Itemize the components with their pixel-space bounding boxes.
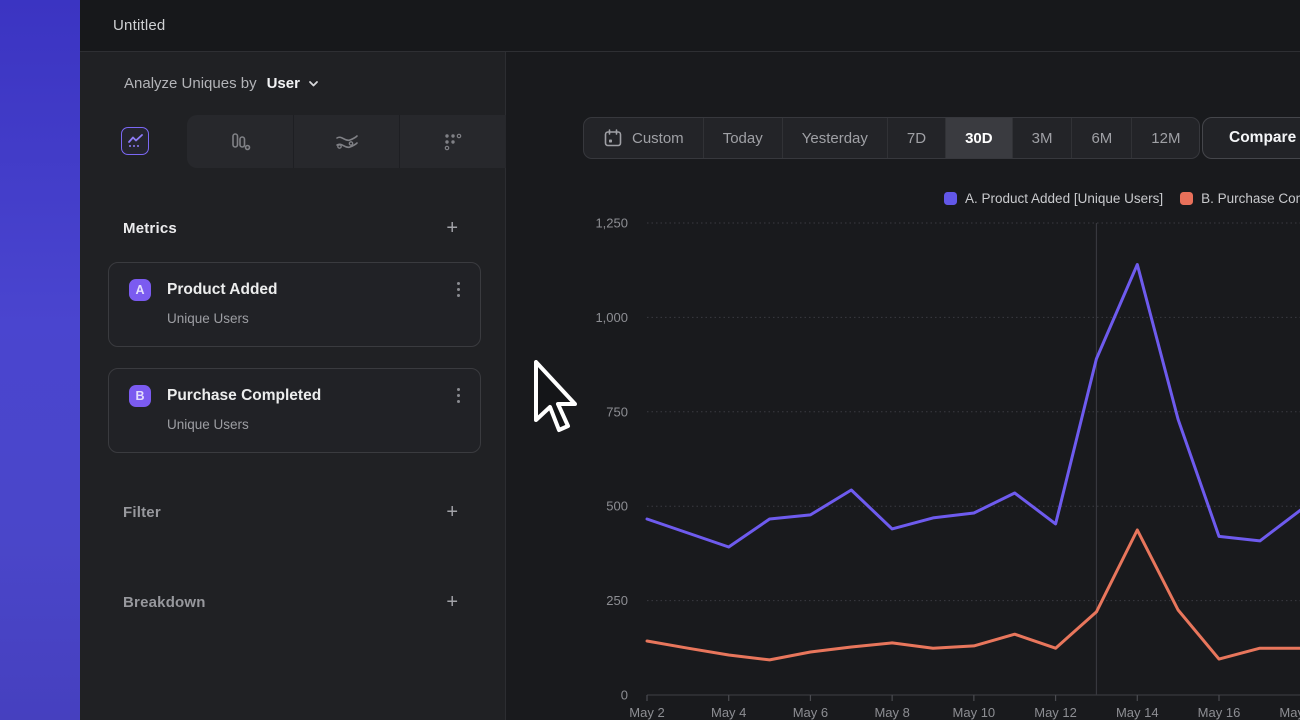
chart-type-switcher [80,115,505,168]
metric-subtitle[interactable]: Unique Users [167,417,480,432]
filter-section-header: Filter + [123,502,458,522]
x-tick-label: May 16 [1198,705,1241,720]
metric-card-b[interactable]: B Purchase Completed Unique Users [108,368,481,453]
x-tick-label: May 4 [711,705,746,720]
metric-badge-a: A [129,279,151,301]
add-filter-button plus-icon[interactable]: + [446,502,458,522]
bar-chart-icon[interactable] [187,115,293,168]
report-title[interactable]: Untitled [113,17,165,34]
x-tick-label: May 14 [1116,705,1159,720]
retention-grid-icon[interactable] [399,115,506,168]
add-breakdown-button plus-icon[interactable]: + [446,592,458,612]
x-tick-label: May 12 [1034,705,1077,720]
flows-icon[interactable] [293,115,400,168]
y-tick-label: 0 [621,688,628,703]
kebab-menu-icon[interactable] [453,278,464,301]
series-a-line [647,265,1300,548]
breakdown-section-header: Breakdown + [123,592,458,612]
top-header: Untitled [80,0,1300,52]
y-tick-label: 250 [606,593,628,608]
y-tick-label: 500 [606,499,628,514]
y-tick-label: 1,250 [595,216,628,231]
chart-type-tabs [187,115,506,168]
brand-gradient-strip [0,0,80,720]
analyze-value-dropdown[interactable]: User [267,75,300,92]
metrics-section-header: Metrics + [123,218,458,238]
x-tick-label: May 10 [953,705,996,720]
cursor-pointer [533,360,583,440]
query-sidebar: Analyze Uniques by User [80,52,506,720]
chevron-down-icon[interactable] [307,77,320,90]
x-tick-label: May 8 [874,705,909,720]
x-tick-label: May 18 [1279,705,1300,720]
line-chart-icon[interactable] [121,127,149,155]
x-tick-label: May 2 [629,705,664,720]
metric-card-a[interactable]: A Product Added Unique Users [108,262,481,347]
kebab-menu-icon[interactable] [453,384,464,407]
trend-chart[interactable]: 0 250 500 750 1,000 1,250 May 2 May 4 May 6 May 8… [506,52,1300,720]
metric-badge-b: B [129,385,151,407]
y-tick-label: 1,000 [595,310,628,325]
series-b-line [647,530,1300,660]
metric-name: Purchase Completed [167,387,453,405]
filter-label: Filter [123,504,161,521]
metric-name: Product Added [167,281,453,299]
analyze-uniques-row: Analyze Uniques by User [80,52,505,115]
analyze-label: Analyze Uniques by [124,75,257,92]
y-tick-label: 750 [606,404,628,419]
metrics-label: Metrics [123,220,177,237]
metric-subtitle[interactable]: Unique Users [167,311,480,326]
x-tick-label: May 6 [793,705,828,720]
add-metric-button plus-icon[interactable]: + [446,218,458,238]
chart-panel: CustomTodayYesterday7D30D3M6M12M Compare… [506,52,1300,720]
breakdown-label: Breakdown [123,594,206,611]
